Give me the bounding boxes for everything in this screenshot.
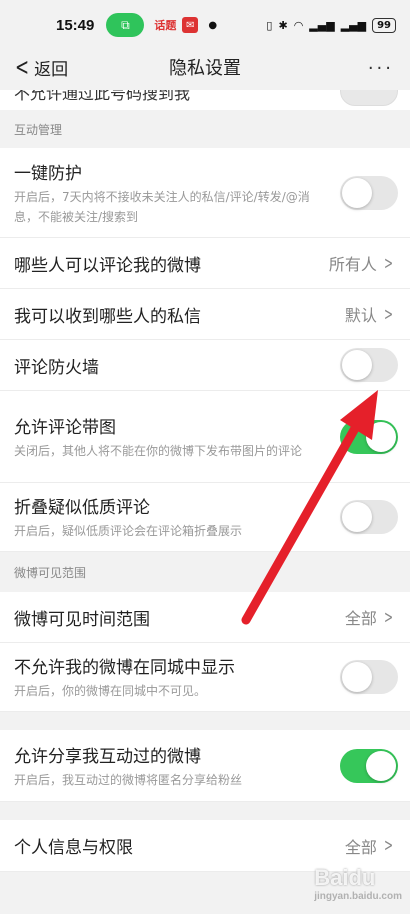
row-title: 个人信息与权限 (14, 838, 133, 858)
row-one-click-protect[interactable]: 一键防护 开启后，7天内将不接收未关注人的私信/评论/转发/@消息，不能被关注/… (0, 148, 410, 238)
chevron-left-icon: < (15, 53, 30, 81)
row-title: 允许分享我互动过的微博 (14, 746, 201, 767)
screen-cast-icon: ⧉ (106, 13, 145, 37)
row-subtitle: 开启后，7天内将不接收未关注人的私信/评论/转发/@消息，不能被关注/搜索到 (14, 189, 310, 224)
row-share-interacted[interactable]: 允许分享我互动过的微博 开启后，我互动过的微博将匿名分享给粉丝 (0, 730, 410, 802)
row-value: 全部 > (344, 835, 393, 857)
row-subtitle: 开启后，我互动过的微博将匿名分享给粉丝 (14, 772, 243, 787)
partial-row[interactable]: 不允许通过此号码搜到我 (0, 90, 410, 110)
status-time: 15:49 (56, 16, 95, 34)
back-button[interactable]: < 返回 (12, 55, 68, 80)
section-header-interaction: 互动管理 (14, 122, 63, 137)
row-fold-low-quality[interactable]: 折叠疑似低质评论 开启后，疑似低质评论会在评论箱折叠展示 (0, 483, 410, 552)
status-app-icon: 话题 (154, 19, 177, 32)
notification-app-icon: ✉ (182, 17, 199, 33)
more-button[interactable]: ··· (368, 58, 394, 79)
wifi-icon: ◠ (293, 18, 304, 32)
row-title: 微博可见时间范围 (14, 609, 150, 630)
battery-icon: 99 (372, 17, 396, 33)
row-who-can-comment[interactable]: 哪些人可以评论我的微博 所有人 > (0, 238, 410, 289)
toggle-allow-comment-image[interactable] (340, 419, 398, 454)
back-label: 返回 (34, 59, 69, 80)
row-subtitle: 关闭后，其他人将不能在你的微博下发布带图片的评论 (14, 443, 303, 458)
row-subtitle: 开启后，你的微博在同城中不可见。 (14, 684, 207, 698)
chevron-right-icon: > (383, 835, 393, 856)
toggle-one-click-protect[interactable] (340, 175, 398, 210)
row-title: 哪些人可以评论我的微博 (14, 255, 201, 276)
row-title: 折叠疑似低质评论 (14, 498, 150, 518)
nav-bar: < 返回 隐私设置 ··· (0, 50, 410, 84)
signal-icon: ▂▄▆ (309, 18, 335, 32)
toggle-comment-firewall[interactable] (340, 348, 398, 382)
row-value: 默认 > (344, 303, 393, 326)
chevron-right-icon: > (383, 252, 393, 274)
row-value: 所有人 > (328, 252, 393, 275)
chevron-right-icon: > (383, 606, 393, 628)
toggle-share-interacted[interactable] (340, 748, 398, 783)
row-comment-firewall[interactable]: 评论防火墙 (0, 340, 410, 391)
toggle-fold-low-quality[interactable] (340, 500, 398, 534)
row-subtitle: 开启后，疑似低质评论会在评论箱折叠展示 (14, 524, 243, 538)
row-who-can-message[interactable]: 我可以收到哪些人的私信 默认 > (0, 289, 410, 340)
baidu-watermark: Baidu jingyan.baidu.com (314, 865, 402, 902)
status-bar: 15:49 ⧉ 话题 ✉ ● ▯ ✱ ◠ ▂▄▆ ▂▄▆ 99 (0, 0, 410, 50)
row-title: 我可以收到哪些人的私信 (14, 306, 201, 327)
partial-row-label: 不允许通过此号码搜到我 (14, 90, 191, 103)
row-title: 不允许我的微博在同城中显示 (14, 658, 235, 678)
row-hide-in-city[interactable]: 不允许我的微博在同城中显示 开启后，你的微博在同城中不可见。 (0, 643, 410, 712)
row-visible-time-range[interactable]: 微博可见时间范围 全部 > (0, 592, 410, 643)
row-title: 评论防火墙 (14, 357, 99, 378)
row-title: 一键防护 (14, 163, 82, 184)
partial-toggle[interactable] (340, 90, 398, 106)
toggle-hide-in-city[interactable] (340, 660, 398, 694)
bluetooth-icon: ✱ (278, 18, 288, 32)
section-header-visibility: 微博可见范围 (14, 565, 87, 580)
signal2-icon: ▂▄▆ (340, 18, 367, 32)
status-icons: ▯ ✱ ◠ ▂▄▆ ▂▄▆ 99 (266, 17, 396, 33)
chevron-right-icon: > (383, 303, 393, 325)
row-title: 允许评论带图 (14, 417, 116, 438)
row-value: 全部 > (344, 606, 393, 629)
vibrate-icon: ▯ (266, 18, 273, 32)
notification-dot-icon: ● (208, 19, 218, 31)
row-allow-comment-image[interactable]: 允许评论带图 关闭后，其他人将不能在你的微博下发布带图片的评论 (0, 391, 410, 483)
